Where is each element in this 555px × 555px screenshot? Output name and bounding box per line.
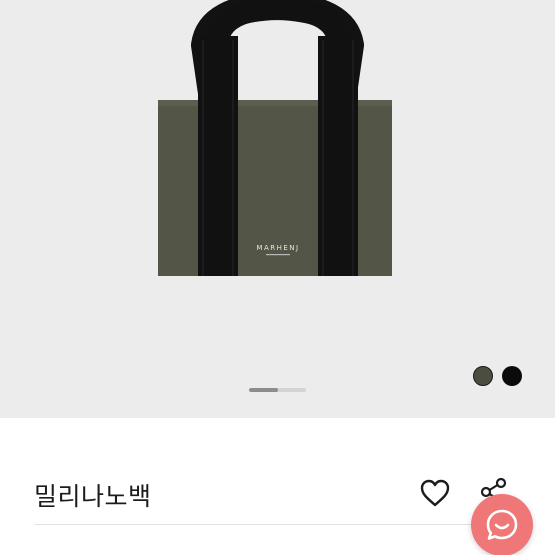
product-gallery[interactable]: MARHENJ: [0, 0, 555, 418]
gallery-pagination-progress: [249, 388, 278, 392]
color-swatch-khaki[interactable]: [473, 366, 493, 386]
heart-outline-icon: [420, 479, 450, 507]
section-divider: [34, 524, 518, 525]
gallery-pagination-indicator: [249, 388, 306, 392]
color-swatch-black[interactable]: [502, 366, 522, 386]
product-title: 밀리나노백: [34, 482, 152, 511]
brand-logo: MARHENJ: [256, 244, 299, 252]
chat-bubble-icon: [486, 509, 518, 540]
wishlist-button[interactable]: [419, 478, 451, 508]
chat-button[interactable]: [471, 494, 533, 555]
product-image: MARHENJ: [158, 0, 392, 276]
